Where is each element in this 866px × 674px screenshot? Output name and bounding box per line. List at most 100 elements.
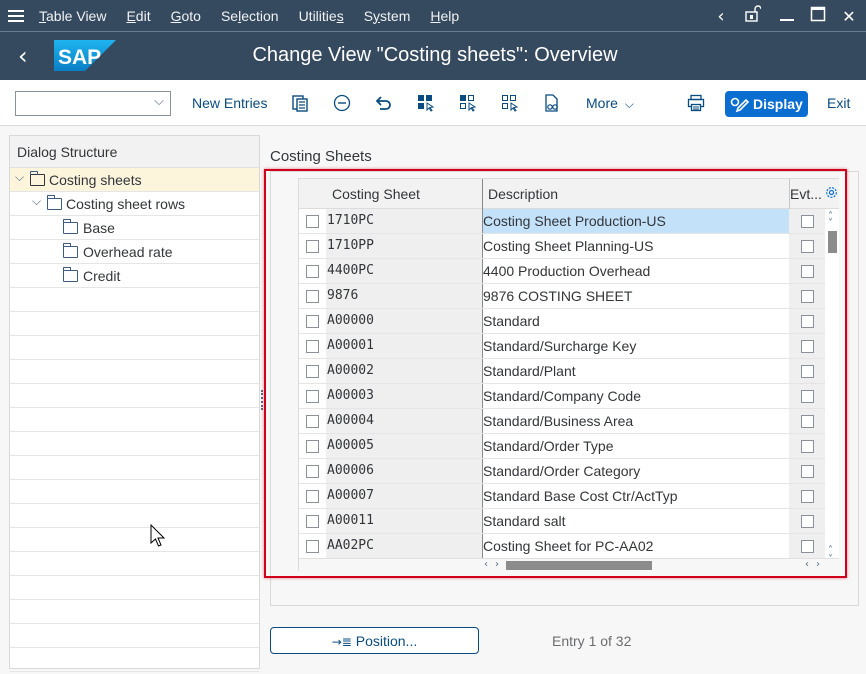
evt-checkbox[interactable]	[801, 465, 814, 478]
costing-sheet-cell[interactable]: 4400PC	[326, 259, 482, 283]
costing-sheet-cell[interactable]: 1710PC	[326, 209, 482, 233]
row-select-checkbox[interactable]	[306, 340, 319, 353]
costing-sheet-cell[interactable]: AA02PC	[326, 534, 482, 558]
row-select-checkbox[interactable]	[306, 290, 319, 303]
menu-table-view[interactable]: Table View	[39, 8, 106, 24]
delete-icon[interactable]	[333, 94, 351, 112]
costing-sheet-cell[interactable]: A00001	[326, 334, 482, 358]
costing-sheet-cell[interactable]: A00003	[326, 384, 482, 408]
display-button[interactable]: Display	[725, 91, 808, 117]
vertical-scroll-thumb[interactable]	[828, 231, 837, 253]
tree-item-credit[interactable]: Credit	[10, 264, 259, 288]
description-cell[interactable]: Standard/Order Category	[483, 459, 789, 483]
table-settings-icon[interactable]	[825, 186, 838, 204]
evt-checkbox[interactable]	[801, 390, 814, 403]
description-cell[interactable]: Costing Sheet Production-US	[483, 209, 789, 233]
row-select-checkbox[interactable]	[306, 440, 319, 453]
description-cell[interactable]: Standard/Plant	[483, 359, 789, 383]
row-selector[interactable]	[299, 459, 326, 483]
costing-sheet-cell[interactable]: A00004	[326, 409, 482, 433]
column-separator[interactable]	[789, 179, 790, 209]
description-cell[interactable]: Standard Base Cost Ctr/ActTyp	[483, 484, 789, 508]
exit-button[interactable]: Exit	[827, 95, 850, 111]
tree-item-costing-sheets[interactable]: ⌵ Costing sheets	[10, 168, 259, 192]
scroll-left-icon[interactable]: ‹	[805, 560, 809, 570]
row-selector[interactable]	[299, 384, 326, 408]
menu-system[interactable]: System	[364, 8, 411, 24]
row-select-checkbox[interactable]	[306, 390, 319, 403]
table-row[interactable]: AA02PC Costing Sheet for PC-AA02	[299, 534, 827, 559]
scroll-right-icon[interactable]: ›	[495, 560, 499, 570]
evt-checkbox[interactable]	[801, 515, 814, 528]
tree-item-costing-sheet-rows[interactable]: ⌵ Costing sheet rows	[10, 192, 259, 216]
scroll-down-icon[interactable]: ˅	[828, 219, 833, 229]
menu-goto[interactable]: Goto	[171, 8, 201, 24]
close-icon[interactable]: ✕	[832, 7, 866, 26]
panel-splitter[interactable]	[261, 390, 263, 410]
table-row[interactable]: A00003 Standard/Company Code	[299, 384, 827, 409]
column-header-evt[interactable]: Evt...	[790, 186, 822, 202]
description-cell[interactable]: Standard/Surcharge Key	[483, 334, 789, 358]
table-row[interactable]: 4400PC 4400 Production Overhead	[299, 259, 827, 284]
row-select-checkbox[interactable]	[306, 215, 319, 228]
evt-checkbox[interactable]	[801, 490, 814, 503]
table-row[interactable]: A00000 Standard	[299, 309, 827, 334]
evt-checkbox[interactable]	[801, 440, 814, 453]
row-select-checkbox[interactable]	[306, 365, 319, 378]
table-row[interactable]: A00002 Standard/Plant	[299, 359, 827, 384]
hamburger-menu-icon[interactable]	[8, 9, 24, 22]
deselect-all-icon[interactable]	[501, 94, 519, 112]
evt-checkbox[interactable]	[801, 265, 814, 278]
row-select-checkbox[interactable]	[306, 490, 319, 503]
table-row[interactable]: A00001 Standard/Surcharge Key	[299, 334, 827, 359]
print-icon[interactable]	[687, 94, 705, 112]
column-header-description[interactable]: Description	[488, 186, 558, 202]
row-selector[interactable]	[299, 484, 326, 508]
table-row[interactable]: A00007 Standard Base Cost Ctr/ActTyp	[299, 484, 827, 509]
description-cell[interactable]: Standard/Business Area	[483, 409, 789, 433]
tree-item-overhead-rate[interactable]: Overhead rate	[10, 240, 259, 264]
chevron-down-icon[interactable]: ⌵	[15, 170, 24, 185]
column-header-costing-sheet[interactable]: Costing Sheet	[332, 186, 420, 202]
chevron-down-icon[interactable]: ⌵	[32, 194, 41, 209]
position-button[interactable]: →≣ Position...	[270, 627, 479, 654]
chevron-down-icon[interactable]: ⌵	[154, 94, 164, 109]
row-selector[interactable]	[299, 534, 326, 558]
costing-sheet-cell[interactable]: 1710PP	[326, 234, 482, 258]
description-cell[interactable]: Standard/Company Code	[483, 384, 789, 408]
row-select-checkbox[interactable]	[306, 315, 319, 328]
menu-edit[interactable]: Edit	[126, 8, 150, 24]
copy-as-icon[interactable]	[291, 94, 309, 112]
new-entries-button[interactable]: New Entries	[192, 95, 267, 111]
description-cell[interactable]: Standard salt	[483, 509, 789, 533]
table-row[interactable]: 1710PC Costing Sheet Production-US	[299, 209, 827, 234]
row-selector[interactable]	[299, 309, 326, 333]
command-input[interactable]	[16, 92, 146, 115]
maximize-icon[interactable]	[804, 6, 832, 27]
unlock-icon[interactable]	[736, 4, 770, 28]
costing-sheet-cell[interactable]: A00007	[326, 484, 482, 508]
evt-checkbox[interactable]	[801, 215, 814, 228]
evt-checkbox[interactable]	[801, 365, 814, 378]
vertical-scrollbar[interactable]: ˄ ˅ ˄ ˅	[825, 209, 839, 565]
scroll-right-icon[interactable]: ›	[816, 560, 820, 570]
description-cell[interactable]: 9876 COSTING SHEET	[483, 284, 789, 308]
scroll-left-icon[interactable]: ‹	[484, 560, 488, 570]
row-selector[interactable]	[299, 284, 326, 308]
costing-sheet-cell[interactable]: A00000	[326, 309, 482, 333]
table-row[interactable]: 1710PP Costing Sheet Planning-US	[299, 234, 827, 259]
evt-checkbox[interactable]	[801, 290, 814, 303]
costing-sheet-cell[interactable]: 9876	[326, 284, 482, 308]
row-selector[interactable]	[299, 259, 326, 283]
description-cell[interactable]: Standard	[483, 309, 789, 333]
row-selector[interactable]	[299, 234, 326, 258]
row-select-checkbox[interactable]	[306, 240, 319, 253]
command-field[interactable]: ⌵	[15, 91, 171, 116]
more-menu-button[interactable]: More ⌵	[586, 95, 634, 112]
table-row[interactable]: A00006 Standard/Order Category	[299, 459, 827, 484]
menu-help[interactable]: Help	[430, 8, 459, 24]
minimize-icon[interactable]	[770, 6, 804, 27]
tree-item-base[interactable]: Base	[10, 216, 259, 240]
costing-sheet-cell[interactable]: A00011	[326, 509, 482, 533]
row-select-checkbox[interactable]	[306, 265, 319, 278]
